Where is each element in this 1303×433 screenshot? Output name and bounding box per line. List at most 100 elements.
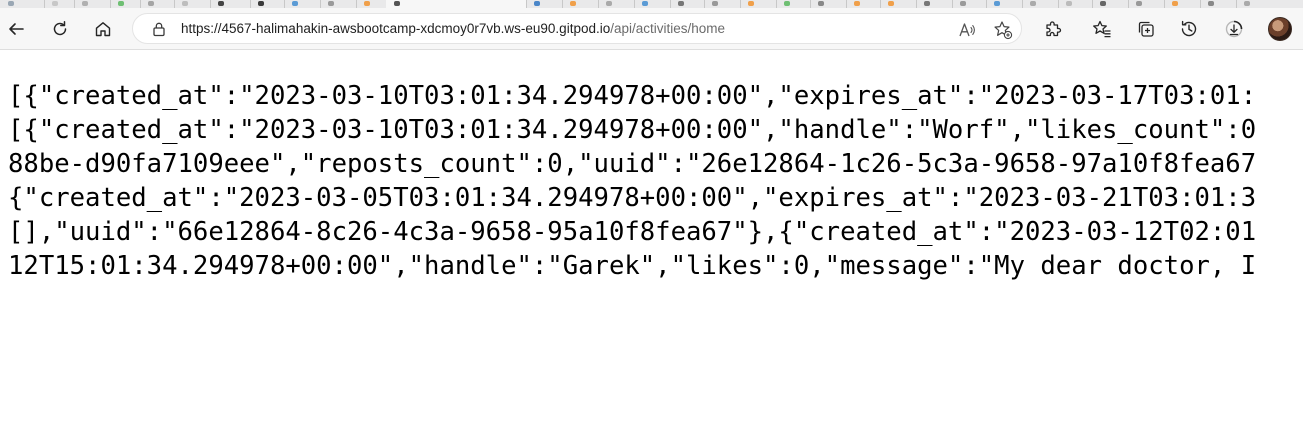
history-icon — [1181, 20, 1197, 37]
tab[interactable] — [1128, 0, 1165, 8]
favorites-button[interactable] — [1086, 13, 1118, 45]
tab[interactable] — [670, 0, 705, 8]
history-button[interactable] — [1173, 13, 1205, 45]
tab-favicon-icon — [1208, 1, 1214, 6]
tab[interactable] — [74, 0, 111, 8]
tab[interactable] — [776, 0, 811, 8]
tab[interactable] — [880, 0, 917, 8]
tab-favicon-icon — [52, 1, 58, 6]
tab-favicon-icon — [258, 1, 264, 6]
tab-favicon-icon — [678, 1, 684, 6]
tab-favicon-icon — [364, 1, 370, 6]
json-line: [{"created_at":"2023-03-10T03:01:34.2949… — [8, 81, 1257, 111]
collections-icon — [1138, 21, 1154, 37]
tab[interactable] — [250, 0, 285, 8]
tab-favicon-icon — [218, 1, 224, 6]
tab-favicon-icon — [1172, 1, 1178, 6]
lock-icon[interactable] — [151, 21, 167, 37]
tab-favicon-icon — [748, 1, 754, 6]
downloads-icon — [1225, 20, 1243, 38]
tab-favicon-icon — [784, 1, 790, 6]
tab[interactable] — [916, 0, 953, 8]
refresh-icon — [53, 21, 67, 36]
tab-favicon-icon — [712, 1, 718, 6]
collections-button[interactable] — [1130, 13, 1162, 45]
back-button[interactable] — [0, 13, 32, 45]
tab-favicon-icon — [328, 1, 334, 6]
tab[interactable] — [704, 0, 741, 8]
tab-favicon-icon — [8, 1, 14, 6]
tab[interactable] — [952, 0, 987, 8]
tab-favicon-icon — [818, 1, 824, 6]
url-path: /api/activities/home — [610, 21, 726, 36]
tab[interactable] — [634, 0, 671, 8]
tab-favicon-icon — [394, 1, 400, 6]
json-line: [{"created_at":"2023-03-10T03:01:34.2949… — [8, 115, 1257, 145]
tab-favicon-icon — [1136, 1, 1142, 6]
tab-favicon-icon — [1030, 1, 1036, 6]
json-line: {"created_at":"2023-03-05T03:01:34.29497… — [8, 183, 1257, 213]
refresh-button[interactable] — [44, 13, 76, 45]
tab-favicon-icon — [1066, 1, 1072, 6]
tab-favicon-icon — [182, 1, 188, 6]
tab[interactable] — [320, 0, 357, 8]
tab[interactable] — [598, 0, 635, 8]
downloads-button[interactable] — [1218, 13, 1250, 45]
read-aloud-icon[interactable] — [958, 21, 976, 39]
json-line: 88be-d90fa7109eee","reposts_count":0,"uu… — [8, 149, 1257, 179]
favorites-icon — [1093, 20, 1111, 38]
tab-active[interactable] — [386, 0, 527, 8]
tab-favicon-icon — [118, 1, 124, 6]
address-bar[interactable]: https://4567-halimahakin-awsbootcamp-xdc… — [132, 13, 1022, 44]
add-favorite-icon[interactable] — [993, 20, 1013, 40]
tab[interactable] — [284, 0, 321, 8]
tab[interactable] — [1058, 0, 1093, 8]
tab[interactable] — [174, 0, 211, 8]
tab-favicon-icon — [854, 1, 860, 6]
tab-favicon-icon — [570, 1, 576, 6]
extensions-button[interactable] — [1037, 13, 1069, 45]
profile-avatar[interactable] — [1268, 17, 1292, 41]
url-host: https://4567-halimahakin-awsbootcamp-xdc… — [181, 21, 611, 36]
tab[interactable] — [1092, 0, 1129, 8]
tab[interactable] — [1200, 0, 1237, 8]
tab[interactable] — [846, 0, 881, 8]
tab[interactable] — [1022, 0, 1059, 8]
tab[interactable] — [562, 0, 599, 8]
json-line: [],"uuid":"66e12864-8c26-4c3a-9658-95a10… — [8, 217, 1257, 247]
tab[interactable] — [210, 0, 251, 8]
tab-favicon-icon — [292, 1, 298, 6]
home-icon — [95, 22, 111, 37]
tab[interactable] — [986, 0, 1023, 8]
tab[interactable] — [1164, 0, 1201, 8]
extensions-icon — [1046, 21, 1062, 37]
tab-favicon-icon — [1100, 1, 1106, 6]
tab-favicon-icon — [82, 1, 88, 6]
tab[interactable] — [740, 0, 777, 8]
tab-favicon-icon — [888, 1, 894, 6]
tab[interactable] — [0, 0, 45, 8]
tab-favicon-icon — [148, 1, 154, 6]
back-arrow-icon — [9, 23, 24, 35]
tab[interactable] — [1236, 0, 1303, 8]
url-text[interactable]: https://4567-halimahakin-awsbootcamp-xdc… — [181, 21, 725, 37]
tab-favicon-icon — [534, 1, 540, 6]
tab[interactable] — [140, 0, 175, 8]
tab-favicon-icon — [1244, 1, 1250, 6]
tab-favicon-icon — [960, 1, 966, 6]
home-button[interactable] — [87, 13, 119, 45]
tab[interactable] — [356, 0, 387, 8]
tab[interactable] — [44, 0, 75, 8]
tab-favicon-icon — [606, 1, 612, 6]
tab[interactable] — [526, 0, 563, 8]
tab-favicon-icon — [994, 1, 1000, 6]
json-line: 12T15:01:34.294978+00:00","handle":"Gare… — [8, 251, 1257, 281]
tab-favicon-icon — [924, 1, 930, 6]
tab[interactable] — [810, 0, 847, 8]
json-response-body: [{"created_at":"2023-03-10T03:01:34.2949… — [8, 79, 1303, 433]
tab-favicon-icon — [642, 1, 648, 6]
tab[interactable] — [110, 0, 141, 8]
tab-strip — [0, 0, 1303, 8]
json-text: [{"created_at":"2023-03-10T03:01:34.2949… — [8, 79, 1303, 283]
browser-toolbar: https://4567-halimahakin-awsbootcamp-xdc… — [0, 8, 1303, 50]
